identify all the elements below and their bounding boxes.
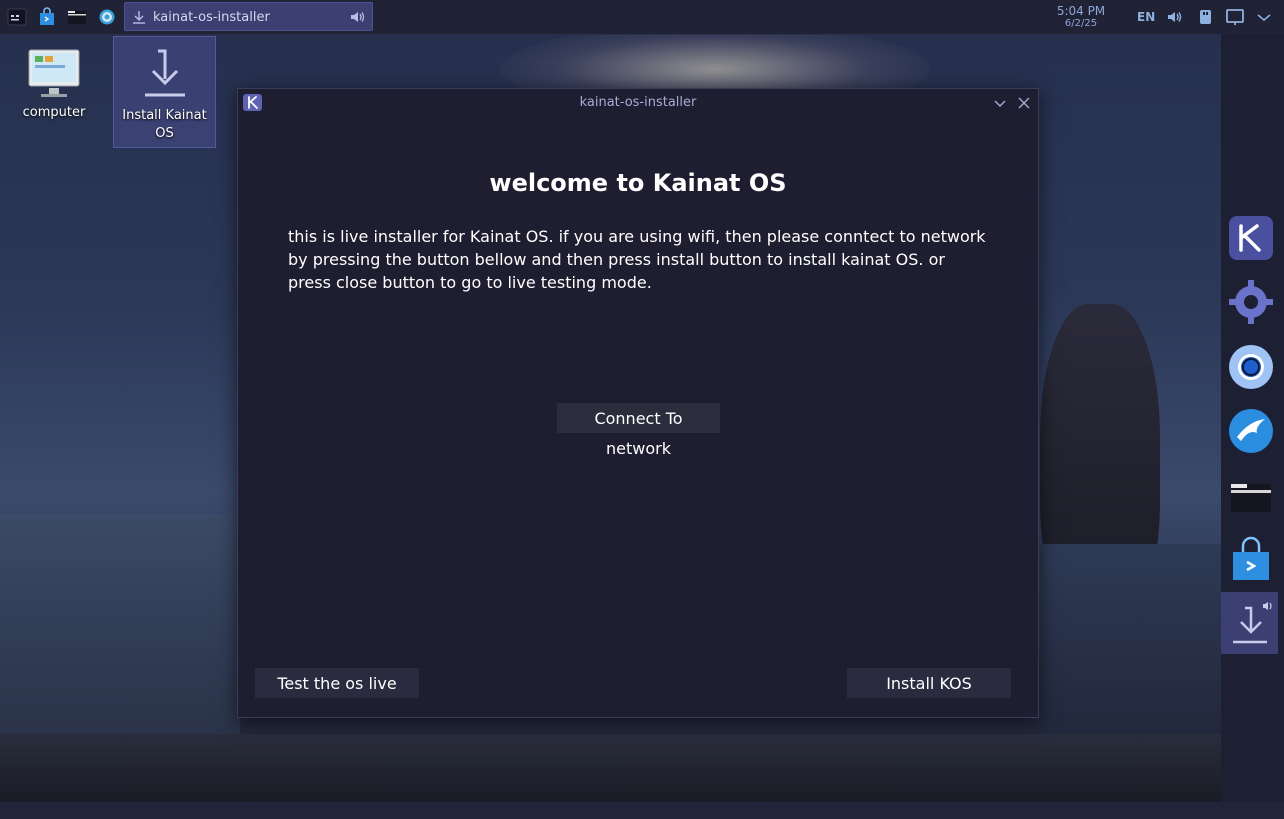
test-os-live-button[interactable]: Test the os live <box>255 668 419 698</box>
welcome-heading: welcome to Kainat OS <box>489 169 787 197</box>
installer-description: this is live installer for Kainat OS. if… <box>288 227 986 292</box>
speaker-icon <box>349 9 369 29</box>
top-panel: kainat-os-installer 5:04 PM 6/2/25 EN <box>0 0 1284 35</box>
installer-window: kainat-os-installer welcome to Kainat OS… <box>237 88 1039 718</box>
taskbar-installer-button[interactable]: kainat-os-installer <box>124 2 373 31</box>
store-bag-icon[interactable] <box>1227 536 1275 584</box>
close-icon[interactable] <box>1016 95 1032 111</box>
chevron-down-icon[interactable] <box>1254 7 1274 27</box>
usb-icon[interactable] <box>1196 7 1216 27</box>
settings-gear-icon[interactable] <box>1227 278 1275 326</box>
files-icon[interactable] <box>67 7 87 27</box>
kainat-bird-icon[interactable] <box>1227 407 1275 455</box>
clock[interactable]: 5:04 PM 6/2/25 <box>1050 4 1112 30</box>
bottom-strip <box>0 802 1284 819</box>
desktop-icon-label: Install Kainat OS <box>122 108 207 141</box>
clock-date: 6/2/25 <box>1064 18 1098 29</box>
chromium-icon[interactable] <box>1227 343 1275 391</box>
store-icon[interactable] <box>37 7 57 27</box>
right-dock <box>1221 34 1284 802</box>
display-icon[interactable] <box>1225 7 1245 27</box>
connect-network-button[interactable]: Connect To network <box>557 403 720 458</box>
minimize-icon[interactable] <box>992 95 1008 111</box>
settings-icon[interactable] <box>97 7 117 27</box>
window-title: kainat-os-installer <box>579 95 697 110</box>
download-icon <box>131 9 147 29</box>
app-menu-icon[interactable] <box>7 7 27 27</box>
kainat-icon[interactable] <box>1227 214 1275 262</box>
taskbar-installer-label: kainat-os-installer <box>153 10 270 25</box>
keyboard-layout-indicator[interactable]: EN <box>1137 10 1155 24</box>
volume-icon[interactable] <box>1166 7 1186 27</box>
download-icon <box>141 47 189 99</box>
folder-icon[interactable] <box>1227 472 1275 520</box>
desktop-icon-label: computer <box>22 105 86 120</box>
computer-icon <box>27 48 81 100</box>
desktop-icon-computer[interactable]: computer <box>13 44 95 122</box>
desktop-icon-install-kainat-os[interactable]: Install Kainat OS <box>113 36 216 148</box>
install-kos-button[interactable]: Install KOS <box>847 668 1011 698</box>
window-titlebar[interactable]: kainat-os-installer <box>238 89 1038 116</box>
clock-time: 5:04 PM <box>1056 4 1106 18</box>
installer-icon[interactable] <box>1227 600 1275 648</box>
